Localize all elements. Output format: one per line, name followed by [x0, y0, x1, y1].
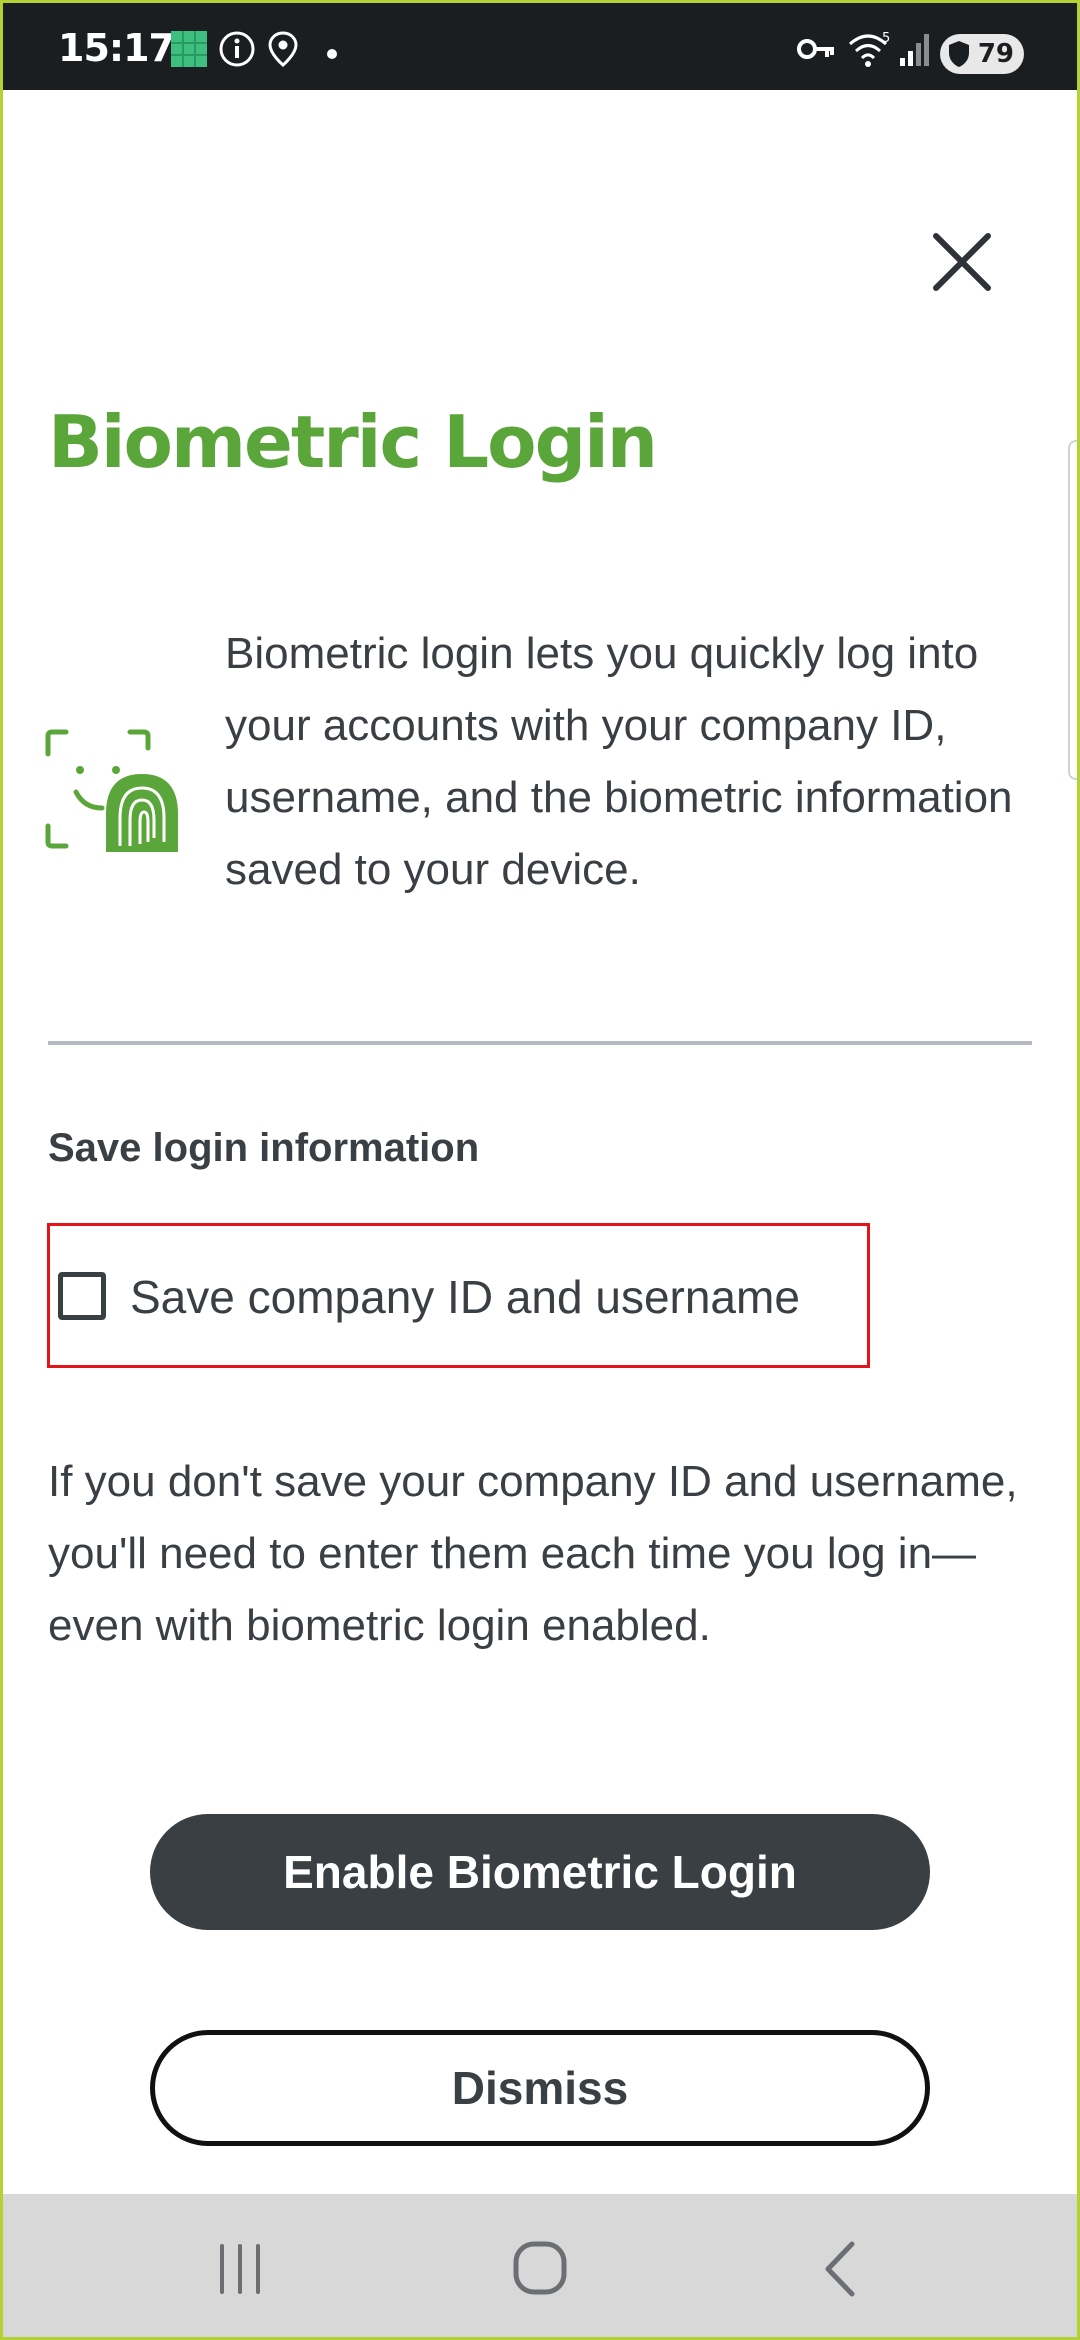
save-login-checkbox-row[interactable]: Save company ID and username	[47, 1223, 870, 1368]
scroll-indicator[interactable]	[1068, 440, 1080, 780]
gallery-icon	[171, 31, 207, 67]
close-button[interactable]	[926, 226, 998, 298]
close-icon	[933, 233, 991, 291]
battery-icon: 79	[940, 34, 1024, 74]
page-title: Biometric Login	[48, 400, 658, 484]
checkbox-label[interactable]: Save company ID and username	[130, 1270, 800, 1324]
dismiss-button[interactable]: Dismiss	[150, 2030, 930, 2146]
save-login-checkbox[interactable]	[58, 1272, 106, 1320]
home-button[interactable]	[500, 2234, 580, 2304]
recent-apps-icon	[220, 2244, 260, 2294]
note-text: If you don't save your company ID and us…	[48, 1457, 1018, 1650]
status-time: 15:17	[58, 26, 175, 70]
section-heading: Save login information	[48, 1126, 480, 1170]
back-icon	[825, 2241, 855, 2297]
battery-level: 79	[977, 39, 1014, 69]
enable-biometric-login-button[interactable]: Enable Biometric Login	[150, 1814, 930, 1930]
dot-icon	[327, 49, 337, 59]
recent-apps-button[interactable]	[200, 2234, 280, 2304]
status-bar: 15:17 5 79	[0, 0, 1080, 90]
back-button[interactable]	[800, 2234, 880, 2304]
location-icon	[268, 31, 298, 67]
divider	[48, 1041, 1032, 1045]
info-icon	[219, 31, 255, 67]
signal-icon	[900, 34, 929, 66]
svg-text:5: 5	[882, 31, 890, 46]
wifi-icon: 5	[849, 31, 890, 67]
intro-text: Biometric login lets you quickly log int…	[225, 629, 1013, 894]
home-icon	[513, 2241, 567, 2295]
face-id-fingerprint-icon	[45, 729, 178, 852]
vpn-key-icon	[797, 39, 834, 59]
shield-icon	[949, 41, 969, 67]
navigation-bar	[0, 2194, 1080, 2340]
